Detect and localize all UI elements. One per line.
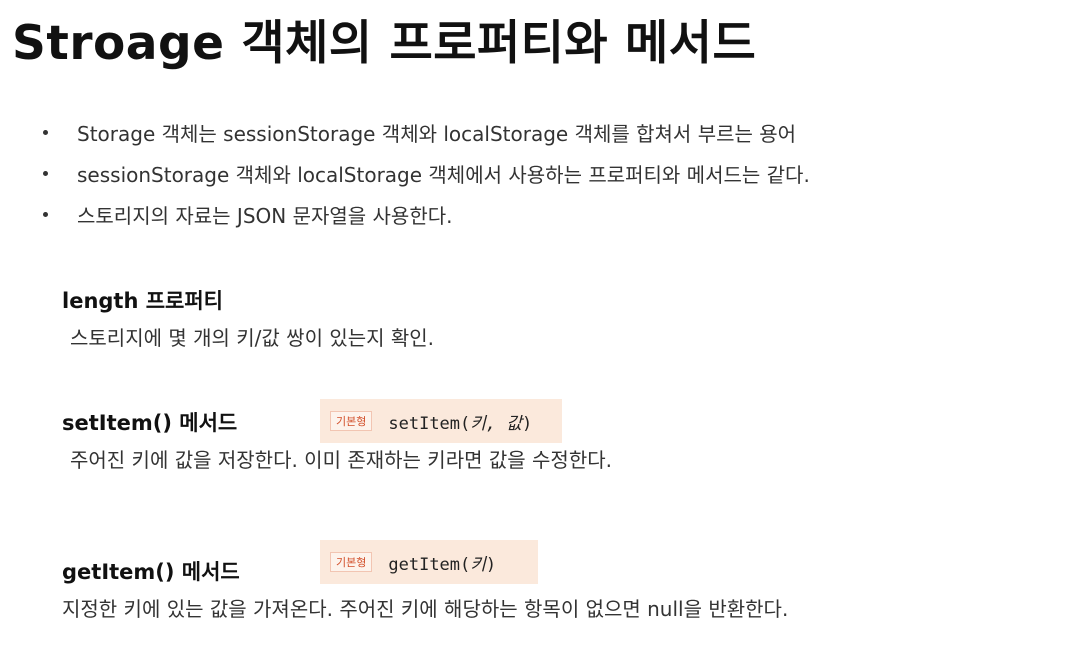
bullet-dot-icon bbox=[43, 130, 48, 135]
section-desc-getitem: 지정한 키에 있는 값을 가져온다. 주어진 키에 해당하는 항목이 없으면 n… bbox=[62, 597, 789, 621]
bullet-text: 스토리지의 자료는 JSON 문자열을 사용한다. bbox=[77, 204, 453, 228]
slide-title: Stroage 객체의 프로퍼티와 메서드 bbox=[12, 16, 757, 71]
syntax-box-setitem: 기본형 setItem(키, 값) bbox=[320, 399, 562, 443]
bullet-dot-icon bbox=[43, 171, 48, 176]
section-length: length 프로퍼티 스토리지에 몇 개의 키/값 쌍이 있는지 확인. bbox=[62, 278, 434, 351]
syntax-badge: 기본형 bbox=[330, 411, 373, 431]
bullet-text: Storage 객체는 sessionStorage 객체와 localStor… bbox=[77, 122, 797, 146]
bullet-list: Storage 객체는 sessionStorage 객체와 localStor… bbox=[40, 112, 810, 235]
syntax-code-getitem: getItem(키) bbox=[388, 554, 497, 575]
section-title-setitem: setItem() 메서드 bbox=[62, 411, 238, 435]
syntax-box-getitem: 기본형 getItem(키) bbox=[320, 540, 538, 584]
section-desc-length: 스토리지에 몇 개의 키/값 쌍이 있는지 확인. bbox=[70, 326, 435, 350]
section-title-length: length 프로퍼티 bbox=[62, 289, 224, 313]
syntax-code-setitem: setItem(키, 값) bbox=[388, 413, 533, 434]
bullet-item: Storage 객체는 sessionStorage 객체와 localStor… bbox=[40, 112, 810, 153]
section-desc-setitem: 주어진 키에 값을 저장한다. 이미 존재하는 키라면 값을 수정한다. bbox=[70, 448, 612, 472]
bullet-item: sessionStorage 객체와 localStorage 객체에서 사용하… bbox=[40, 153, 810, 194]
slide: Stroage 객체의 프로퍼티와 메서드 Storage 객체는 sessio… bbox=[0, 0, 1082, 659]
bullet-dot-icon bbox=[43, 212, 48, 217]
section-title-getitem: getItem() 메서드 bbox=[62, 560, 240, 584]
bullet-text: sessionStorage 객체와 localStorage 객체에서 사용하… bbox=[77, 163, 810, 187]
syntax-badge: 기본형 bbox=[330, 552, 373, 572]
bullet-item: 스토리지의 자료는 JSON 문자열을 사용한다. bbox=[40, 194, 810, 235]
